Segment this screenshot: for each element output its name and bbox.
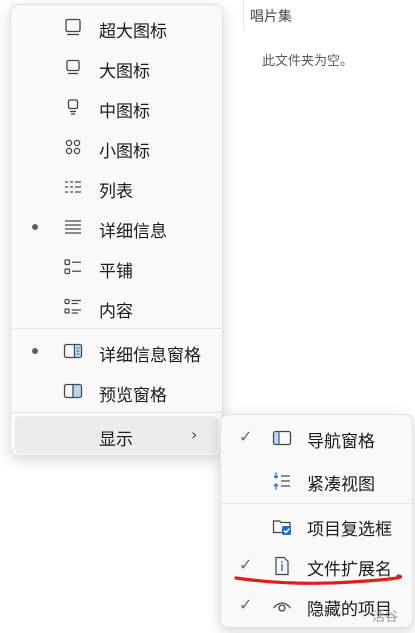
menu-divider (11, 412, 222, 413)
menu-divider (221, 503, 412, 504)
check-icon: ✓ (239, 427, 253, 446)
file-extension-icon (275, 556, 289, 576)
screen: 唱片集 此文件夹为空。 超大图标 大图标 中图标 小图标 列表 详细信息 平铺 … (0, 0, 415, 633)
menu-item-content[interactable]: 内容 (15, 288, 218, 326)
menu-item-large-icons[interactable]: 大图标 (15, 48, 218, 86)
check-icon: ✓ (239, 595, 253, 614)
column-divider (243, 0, 244, 30)
medium-icons-icon (67, 99, 79, 115)
small-icons-icon (65, 139, 81, 155)
menu-item-extra-large-icons[interactable]: 超大图标 (15, 8, 218, 46)
menu-item-medium-icons[interactable]: 中图标 (15, 88, 218, 126)
menu-item-label: 列表 (99, 182, 133, 202)
empty-folder-message: 此文件夹为空。 (262, 54, 354, 69)
menu-item-preview-pane[interactable]: 预览窗格 (15, 372, 218, 410)
submenu-item-label: 导航窗格 (307, 432, 375, 452)
show-submenu: ✓ 导航窗格 紧凑视图 项目复选框 ✓ 文件扩展名 ✓ 隐藏的项目 (220, 414, 413, 628)
menu-item-label: 详细信息窗格 (99, 346, 201, 366)
submenu-item-item-checkbox[interactable]: 项目复选框 (225, 507, 408, 545)
submenu-item-label: 项目复选框 (307, 520, 392, 540)
column-header[interactable]: 唱片集 (250, 6, 292, 26)
menu-item-show[interactable]: 显示 › (15, 416, 218, 454)
details-icon (65, 220, 81, 234)
submenu-item-label: 紧凑视图 (307, 475, 375, 495)
selected-bullet (32, 348, 38, 354)
submenu-item-file-extension[interactable]: ✓ 文件扩展名 (225, 547, 408, 585)
view-menu: 超大图标 大图标 中图标 小图标 列表 详细信息 平铺 内容 详细信息窗格 预览… (10, 4, 223, 456)
menu-item-list[interactable]: 列表 (15, 168, 218, 206)
navigation-pane-icon (272, 430, 292, 446)
watermark: 活谷 (372, 610, 399, 625)
menu-item-label: 预览窗格 (99, 386, 167, 406)
chevron-right-icon: › (191, 425, 198, 444)
menu-item-label: 大图标 (99, 62, 150, 82)
hidden-items-icon (273, 602, 291, 612)
submenu-item-navigation-pane[interactable]: ✓ 导航窗格 (225, 419, 408, 457)
menu-item-tiles[interactable]: 平铺 (15, 248, 218, 286)
extra-large-icons-icon (65, 18, 81, 36)
menu-item-small-icons[interactable]: 小图标 (15, 128, 218, 166)
submenu-item-compact-view[interactable]: 紧凑视图 (225, 462, 408, 500)
content-icon (64, 298, 81, 314)
menu-item-label: 中图标 (99, 102, 150, 122)
list-icon (65, 181, 81, 193)
large-icons-icon (66, 59, 80, 75)
menu-item-label: 详细信息 (99, 222, 167, 242)
menu-item-label: 平铺 (99, 262, 133, 282)
details-pane-icon (63, 343, 83, 359)
menu-item-details[interactable]: 详细信息 (15, 208, 218, 246)
selected-bullet (32, 224, 38, 230)
menu-item-label: 超大图标 (99, 22, 167, 42)
compact-view-icon (273, 472, 290, 490)
menu-item-details-pane[interactable]: 详细信息窗格 (15, 332, 218, 370)
item-checkbox-icon (272, 520, 291, 535)
submenu-item-label: 文件扩展名 (307, 560, 392, 580)
menu-item-label: 小图标 (99, 142, 150, 162)
preview-pane-icon (63, 383, 83, 399)
menu-item-label: 内容 (99, 302, 133, 322)
tiles-icon (64, 259, 81, 275)
menu-item-label: 显示 (99, 430, 133, 450)
check-icon: ✓ (239, 555, 253, 574)
menu-divider (11, 328, 222, 329)
